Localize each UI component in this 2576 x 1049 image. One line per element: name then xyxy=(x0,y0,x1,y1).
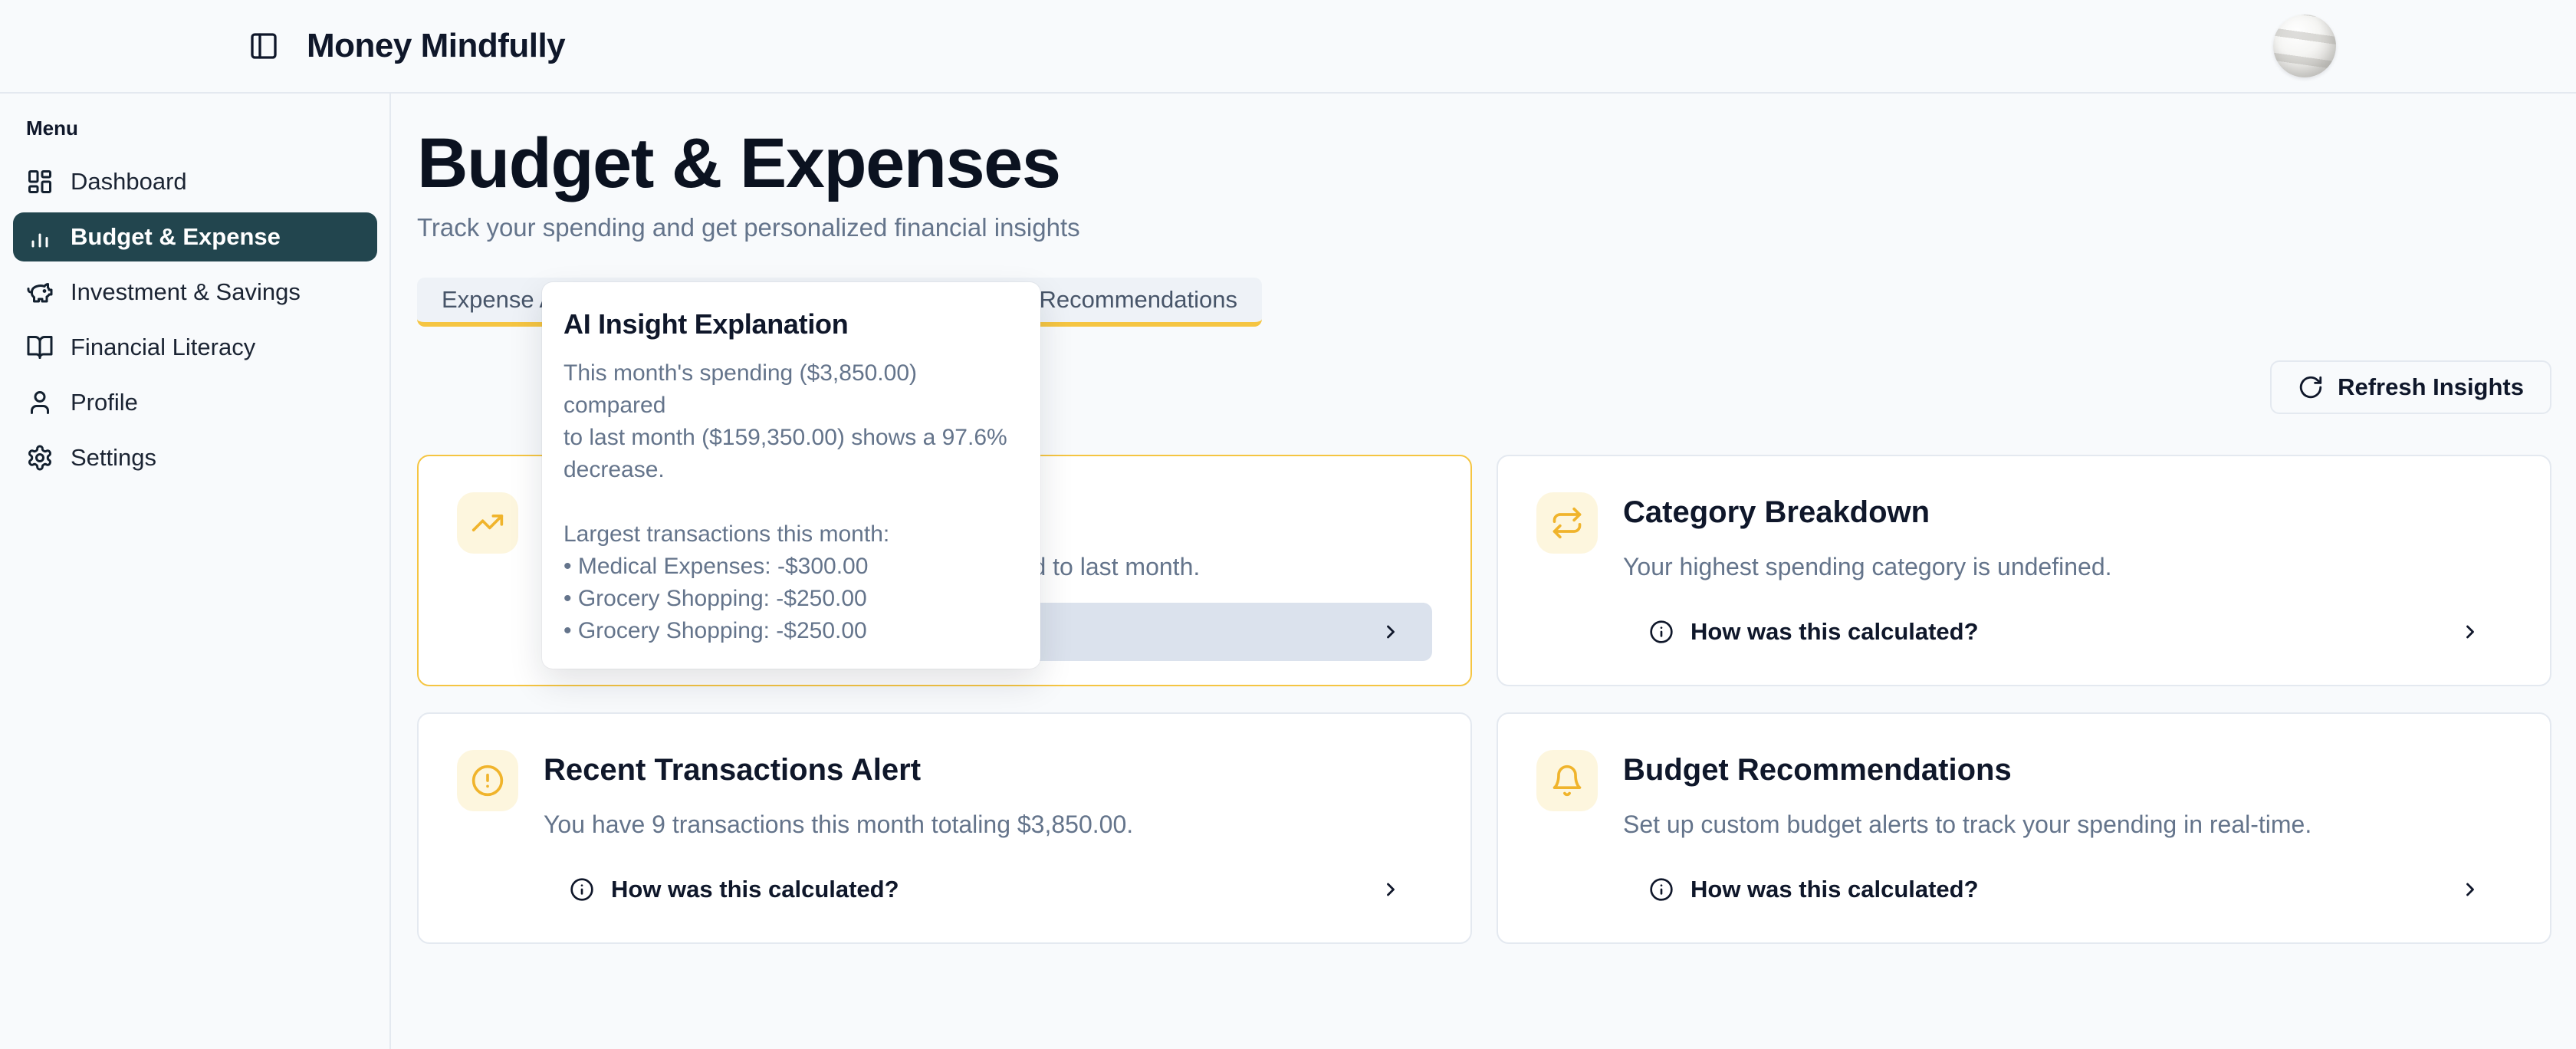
refresh-insights-button[interactable]: Refresh Insights xyxy=(2270,360,2551,414)
how-calculated-label: How was this calculated? xyxy=(611,876,899,903)
piggy-bank-icon xyxy=(26,278,54,306)
sidebar-item-investment-savings[interactable]: Investment & Savings xyxy=(13,268,377,317)
how-calculated-button[interactable]: How was this calculated? xyxy=(1623,603,2512,661)
info-icon xyxy=(1649,877,1674,902)
app-title: Money Mindfully xyxy=(307,27,565,65)
sidebar-item-financial-literacy[interactable]: Financial Literacy xyxy=(13,323,377,372)
sidebar-menu-label: Menu xyxy=(26,117,389,140)
repeat-icon xyxy=(1536,492,1598,554)
card-title: Budget Recommendations xyxy=(1623,753,2512,788)
refresh-insights-label: Refresh Insights xyxy=(2338,373,2524,401)
page-title: Budget & Expenses xyxy=(417,127,2551,201)
sidebar-item-label: Dashboard xyxy=(71,168,187,196)
book-open-icon xyxy=(26,334,54,361)
how-calculated-button[interactable]: How was this calculated? xyxy=(544,860,1432,919)
sidebar-item-label: Investment & Savings xyxy=(71,278,301,306)
card-category-breakdown: Category Breakdown Your highest spending… xyxy=(1497,455,2551,686)
card-title: Recent Transactions Alert xyxy=(544,753,1432,788)
tooltip-body: This month's spending ($3,850.00) compar… xyxy=(564,357,1020,647)
gear-icon xyxy=(26,444,54,472)
card-recent-transactions-alert: Recent Transactions Alert You have 9 tra… xyxy=(417,712,1472,944)
refresh-icon xyxy=(2298,374,2324,400)
chevron-right-icon xyxy=(1380,621,1401,643)
tooltip-title: AI Insight Explanation xyxy=(564,308,1020,340)
dashboard-icon xyxy=(26,168,54,196)
chevron-right-icon xyxy=(2459,879,2481,900)
avatar[interactable] xyxy=(2273,15,2336,77)
alert-circle-icon xyxy=(457,750,518,811)
chevron-right-icon xyxy=(2459,621,2481,643)
card-subtitle: Set up custom budget alerts to track you… xyxy=(1623,811,2512,839)
info-icon xyxy=(1649,620,1674,644)
chevron-right-icon xyxy=(1380,879,1401,900)
sidebar-item-profile[interactable]: Profile xyxy=(13,378,377,427)
sidebar-item-label: Financial Literacy xyxy=(71,334,255,361)
card-title: Category Breakdown xyxy=(1623,495,2512,530)
panel-left-icon xyxy=(248,31,279,61)
sidebar-item-budget-expense[interactable]: Budget & Expense xyxy=(13,212,377,261)
card-subtitle: Your highest spending category is undefi… xyxy=(1623,553,2512,581)
ai-insight-tooltip: AI Insight Explanation This month's spen… xyxy=(542,282,1040,669)
card-budget-recommendations: Budget Recommendations Set up custom bud… xyxy=(1497,712,2551,944)
user-icon xyxy=(26,389,54,416)
info-icon xyxy=(570,877,594,902)
sidebar-item-label: Settings xyxy=(71,444,156,472)
trending-up-icon xyxy=(457,492,518,554)
page-subtitle: Track your spending and get personalized… xyxy=(417,213,2551,242)
sidebar-toggle-button[interactable] xyxy=(247,29,281,63)
bar-chart-icon xyxy=(26,223,54,251)
sidebar-item-label: Profile xyxy=(71,389,138,416)
sidebar-item-settings[interactable]: Settings xyxy=(13,433,377,482)
app-header: Money Mindfully xyxy=(0,0,2576,94)
bell-icon xyxy=(1536,750,1598,811)
how-calculated-button[interactable]: How was this calculated? xyxy=(1623,860,2512,919)
how-calculated-label: How was this calculated? xyxy=(1691,618,1979,646)
sidebar: Menu Dashboard Budget & Expense xyxy=(0,94,391,1049)
sidebar-item-label: Budget & Expense xyxy=(71,223,281,251)
how-calculated-label: How was this calculated? xyxy=(1691,876,1979,903)
card-subtitle: You have 9 transactions this month total… xyxy=(544,811,1432,839)
sidebar-item-dashboard[interactable]: Dashboard xyxy=(13,157,377,206)
